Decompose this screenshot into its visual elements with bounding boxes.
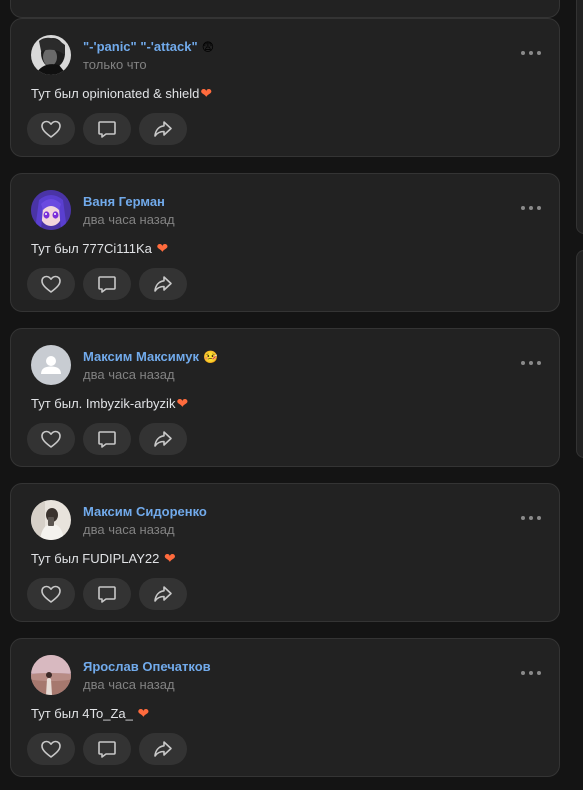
author-avatar[interactable] bbox=[31, 500, 71, 540]
post-time[interactable]: два часа назад bbox=[83, 522, 175, 538]
post-text: Тут был FUDIPLAY22 ❤ bbox=[31, 551, 176, 567]
orange-heart-emoji: ❤ bbox=[200, 86, 213, 102]
post-time[interactable]: два часа назад bbox=[83, 677, 175, 693]
post-card: Ваня Герман два часа назад Тут был 777Ci… bbox=[10, 173, 560, 312]
comment-button[interactable] bbox=[83, 113, 131, 145]
orange-heart-emoji: ❤ bbox=[176, 396, 189, 412]
author-avatar[interactable] bbox=[31, 35, 71, 75]
share-button[interactable] bbox=[139, 733, 187, 765]
author-name[interactable]: Ваня Герман bbox=[83, 194, 165, 210]
more-dots-icon[interactable] bbox=[521, 511, 541, 525]
post-actions bbox=[27, 268, 187, 300]
more-dots-icon[interactable] bbox=[521, 201, 541, 215]
post-text: Тут был 4To_Za_ ❤ bbox=[31, 706, 149, 722]
post-time[interactable]: два часа назад bbox=[83, 367, 175, 383]
author-name[interactable]: Максим Максимук bbox=[83, 349, 199, 365]
post-text-content: Тут был FUDIPLAY22 bbox=[31, 551, 163, 566]
post-text-content: Тут был 777Ci111Ka bbox=[31, 241, 156, 256]
author-name[interactable]: Ярослав Опечатков bbox=[83, 659, 211, 675]
like-button[interactable] bbox=[27, 423, 75, 455]
post-card: Ярослав Опечатков два часа назад Тут был… bbox=[10, 638, 560, 777]
post-actions bbox=[27, 113, 187, 145]
orange-heart-emoji: ❤ bbox=[156, 241, 169, 257]
post-time[interactable]: только что bbox=[83, 57, 147, 73]
like-button[interactable] bbox=[27, 578, 75, 610]
author-avatar[interactable] bbox=[31, 655, 71, 695]
author-name[interactable]: Максим Сидоренко bbox=[83, 504, 207, 520]
post-actions bbox=[27, 578, 187, 610]
post-text-content: Тут был 4To_Za_ bbox=[31, 706, 137, 721]
comment-button[interactable] bbox=[83, 578, 131, 610]
share-arrow-icon bbox=[154, 121, 172, 137]
author-name[interactable]: "-'panic" "-'attack" bbox=[83, 39, 198, 55]
comment-button[interactable] bbox=[83, 423, 131, 455]
comment-button[interactable] bbox=[83, 733, 131, 765]
post-card: Максим Сидоренко два часа назад Тут был … bbox=[10, 483, 560, 622]
comment-bubble-icon bbox=[98, 431, 116, 448]
status-emoji: 😨 bbox=[201, 40, 215, 54]
feed-page: "-'panic" "-'attack" 😨 только что Тут бы… bbox=[0, 0, 583, 790]
post-card: "-'panic" "-'attack" 😨 только что Тут бы… bbox=[10, 18, 560, 157]
share-arrow-icon bbox=[154, 586, 172, 602]
heart-outline-icon bbox=[41, 430, 61, 448]
previous-post-card-edge bbox=[10, 0, 560, 18]
heart-outline-icon bbox=[41, 740, 61, 758]
heart-outline-icon bbox=[41, 120, 61, 138]
status-emoji: 🤒 bbox=[202, 350, 218, 364]
more-dots-icon[interactable] bbox=[521, 666, 541, 680]
post-text: Тут был 777Ci111Ka ❤ bbox=[31, 241, 168, 257]
comment-bubble-icon bbox=[98, 741, 116, 758]
like-button[interactable] bbox=[27, 113, 75, 145]
share-button[interactable] bbox=[139, 268, 187, 300]
post-text-content: Тут был opinionated & shield bbox=[31, 86, 200, 101]
share-button[interactable] bbox=[139, 578, 187, 610]
author-avatar[interactable] bbox=[31, 345, 71, 385]
post-text: Тут был opinionated & shield ❤ bbox=[31, 86, 212, 102]
post-card: Максим Максимук 🤒 два часа назад Тут был… bbox=[10, 328, 560, 467]
like-button[interactable] bbox=[27, 733, 75, 765]
comment-bubble-icon bbox=[98, 586, 116, 603]
post-text: Тут был. Imbyzik-arbyzik ❤ bbox=[31, 396, 188, 412]
orange-heart-emoji: ❤ bbox=[163, 551, 176, 567]
more-dots-icon[interactable] bbox=[521, 46, 541, 60]
share-arrow-icon bbox=[154, 431, 172, 447]
orange-heart-emoji: ❤ bbox=[137, 706, 150, 722]
like-button[interactable] bbox=[27, 268, 75, 300]
heart-outline-icon bbox=[41, 275, 61, 293]
share-button[interactable] bbox=[139, 113, 187, 145]
post-actions bbox=[27, 423, 187, 455]
post-text-content: Тут был. Imbyzik-arbyzik bbox=[31, 396, 176, 411]
author-avatar[interactable] bbox=[31, 190, 71, 230]
comment-button[interactable] bbox=[83, 268, 131, 300]
post-actions bbox=[27, 733, 187, 765]
comment-bubble-icon bbox=[98, 121, 116, 138]
comment-bubble-icon bbox=[98, 276, 116, 293]
share-button[interactable] bbox=[139, 423, 187, 455]
share-arrow-icon bbox=[154, 276, 172, 292]
post-time[interactable]: два часа назад bbox=[83, 212, 175, 228]
heart-outline-icon bbox=[41, 585, 61, 603]
more-dots-icon[interactable] bbox=[521, 356, 541, 370]
right-panel-edge bbox=[576, 0, 583, 234]
share-arrow-icon bbox=[154, 741, 172, 757]
right-panel-edge bbox=[576, 250, 583, 458]
